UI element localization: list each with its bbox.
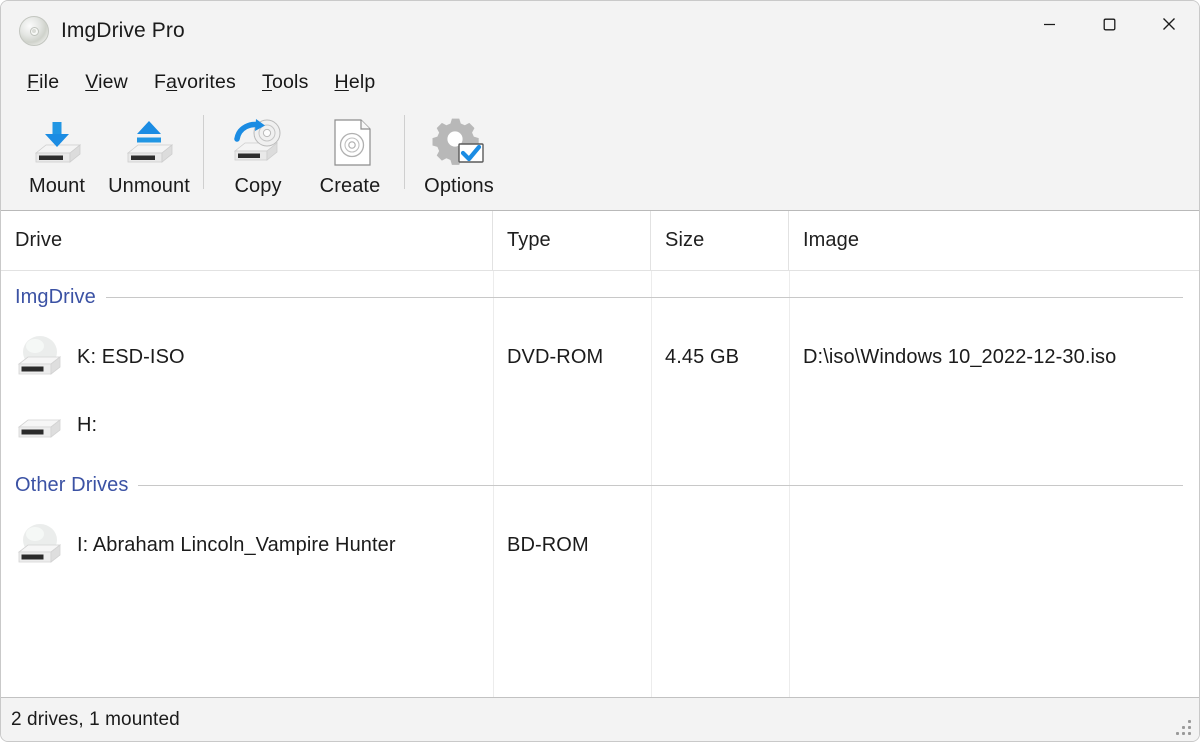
copy-button-label: Copy (234, 175, 282, 197)
drive-with-disc-icon (15, 333, 65, 381)
title-bar-left: ImgDrive Pro (1, 16, 185, 46)
menu-pre-favorites: F (153, 70, 167, 93)
maximize-button[interactable] (1079, 1, 1139, 47)
status-text: 2 drives, 1 mounted (11, 708, 180, 730)
menu-item-help[interactable]: Help (325, 68, 386, 97)
toolbar: Mount Unmount Copy Create Options (1, 103, 1199, 211)
minimize-button[interactable] (1019, 1, 1079, 47)
menu-rest-tools: ools (271, 70, 309, 93)
imgdrive-window: ImgDrive Pro File View Favorites Tools H… (0, 0, 1200, 742)
toolbar-separator-1 (203, 115, 204, 189)
menu-rest-file: ile (39, 70, 60, 93)
cell-size (651, 391, 789, 459)
group-header-label: Other Drives (15, 473, 129, 496)
table-row[interactable]: I: Abraham Lincoln_Vampire Hunter BD-ROM (1, 511, 1199, 579)
window-controls (1019, 1, 1199, 47)
drive-empty-icon (15, 401, 65, 449)
cell-size: 4.45 GB (665, 345, 740, 368)
mount-button-label: Mount (28, 175, 86, 197)
unmount-button[interactable]: Unmount (103, 109, 195, 205)
menu-rest-help: elp (348, 70, 376, 93)
drive-disc-copy-icon (229, 117, 287, 169)
menu-accel-tools: T (262, 70, 272, 93)
cell-drive-text: H: (77, 413, 98, 436)
mount-button[interactable]: Mount (11, 109, 103, 205)
menu-item-favorites[interactable]: Favorites (144, 68, 246, 97)
cell-image (789, 391, 1199, 459)
unmount-button-label: Unmount (108, 175, 190, 197)
cell-drive[interactable]: H: (1, 391, 493, 459)
group-header-line (105, 296, 1183, 298)
menu-accel-file: F (27, 70, 40, 93)
drive-eject-icon (120, 117, 178, 169)
menu-rest-favorites: vorites (177, 70, 236, 93)
toolbar-separator-2 (404, 115, 405, 189)
drive-download-icon (28, 117, 86, 169)
column-header-size[interactable]: Size (651, 211, 789, 270)
drive-list: Drive Type Size Image ImgDrive K: ESD-IS… (1, 211, 1199, 697)
disc-icon (19, 16, 49, 46)
group-header-line (138, 484, 1183, 486)
create-button-label: Create (319, 175, 381, 197)
group-header-imgdrive: ImgDrive (1, 271, 1199, 323)
document-disc-icon (321, 117, 379, 169)
cell-drive-text: K: ESD-ISO (77, 345, 185, 368)
list-header: Drive Type Size Image (1, 211, 1199, 271)
title-bar[interactable]: ImgDrive Pro (1, 1, 1199, 61)
drive-with-disc-icon (15, 521, 65, 569)
cell-drive-text: I: Abraham Lincoln_Vampire Hunter (77, 533, 396, 556)
menu-accel-favorites: a (166, 70, 178, 93)
cell-image (789, 511, 1199, 579)
group-header-other-drives: Other Drives (1, 459, 1199, 511)
column-header-type[interactable]: Type (493, 211, 651, 270)
gear-check-icon (430, 117, 488, 169)
menu-accel-view: V (85, 70, 99, 93)
table-row[interactable]: H: (1, 391, 1199, 459)
menu-accel-help: H (334, 70, 349, 93)
cell-type: BD-ROM (507, 533, 589, 556)
column-header-drive[interactable]: Drive (1, 211, 493, 270)
group-header-label: ImgDrive (15, 285, 96, 308)
menu-item-tools[interactable]: Tools (252, 68, 319, 97)
cell-image: D:\iso\Windows 10_2022-12-30.iso (803, 345, 1117, 368)
resize-grip-icon[interactable] (1176, 720, 1192, 736)
cell-drive[interactable]: K: ESD-ISO (1, 323, 493, 391)
cell-type (493, 391, 651, 459)
column-header-image[interactable]: Image (789, 211, 1199, 270)
cell-type: DVD-ROM (507, 345, 604, 368)
close-button[interactable] (1139, 1, 1199, 47)
table-row[interactable]: K: ESD-ISO DVD-ROM 4.45 GB D:\iso\Window… (1, 323, 1199, 391)
copy-button[interactable]: Copy (212, 109, 304, 205)
cell-drive[interactable]: I: Abraham Lincoln_Vampire Hunter (1, 511, 493, 579)
menu-rest-view: iew (98, 70, 128, 93)
create-button[interactable]: Create (304, 109, 396, 205)
options-button[interactable]: Options (413, 109, 505, 205)
menu-item-file[interactable]: File (17, 68, 69, 97)
window-title: ImgDrive Pro (61, 19, 185, 42)
cell-size (651, 511, 789, 579)
menu-bar: File View Favorites Tools Help (1, 61, 1199, 103)
options-button-label: Options (424, 175, 494, 197)
menu-item-view[interactable]: View (75, 68, 138, 97)
list-rows: ImgDrive K: ESD-ISO DVD-ROM 4.45 GB D:\i… (1, 271, 1199, 579)
status-bar: 2 drives, 1 mounted (1, 697, 1199, 741)
